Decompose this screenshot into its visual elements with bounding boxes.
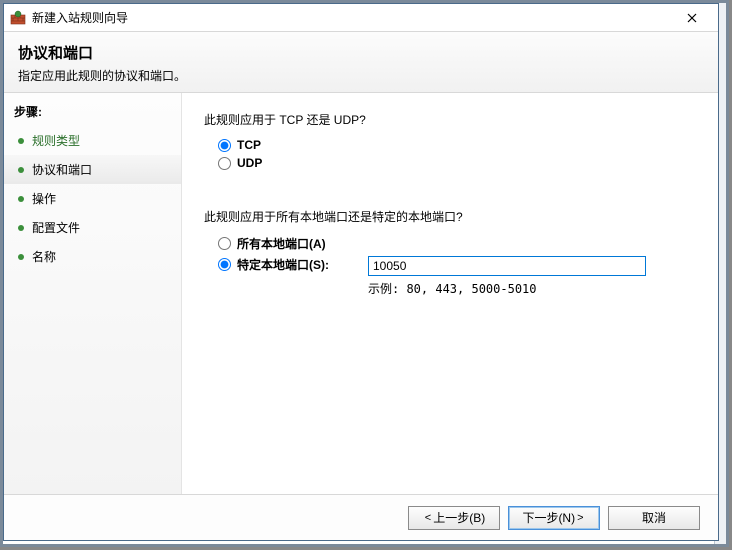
step-profile[interactable]: 配置文件: [4, 213, 181, 242]
step-bullet-icon: [18, 254, 24, 260]
titlebar-text: 新建入站规则向导: [32, 9, 672, 26]
cancel-button-label: 取消: [642, 509, 666, 526]
ports-question: 此规则应用于所有本地端口还是特定的本地端口?: [204, 208, 696, 225]
all-ports-label[interactable]: 所有本地端口(A): [237, 235, 326, 252]
steps-sidebar: 步骤: 规则类型 协议和端口 操作 配置文件 名称: [4, 93, 182, 494]
protocol-tcp-row[interactable]: TCP: [218, 138, 696, 152]
back-button-label: 上一步(B): [433, 509, 485, 526]
step-bullet-icon: [18, 167, 24, 173]
step-bullet-icon: [18, 196, 24, 202]
close-button[interactable]: [672, 5, 712, 31]
step-label: 规则类型: [32, 132, 80, 149]
all-ports-radio[interactable]: [218, 237, 231, 250]
step-bullet-icon: [18, 138, 24, 144]
step-rule-type[interactable]: 规则类型: [4, 126, 181, 155]
wizard-body: 步骤: 规则类型 协议和端口 操作 配置文件 名称 此规: [4, 93, 718, 494]
protocol-udp-label[interactable]: UDP: [237, 156, 262, 170]
ports-example-label: 示例: 80, 443, 5000-5010: [368, 280, 696, 297]
all-ports-row[interactable]: 所有本地端口(A): [218, 235, 696, 252]
step-action[interactable]: 操作: [4, 184, 181, 213]
protocol-tcp-label[interactable]: TCP: [237, 138, 261, 152]
close-icon: [687, 13, 697, 23]
protocol-udp-radio[interactable]: [218, 157, 231, 170]
chevron-left-icon: <: [425, 512, 431, 524]
page-subtitle: 指定应用此规则的协议和端口。: [18, 67, 704, 84]
page-title: 协议和端口: [18, 42, 704, 63]
cancel-button[interactable]: 取消: [608, 506, 700, 530]
wizard-header: 协议和端口 指定应用此规则的协议和端口。: [4, 32, 718, 93]
next-button-label: 下一步(N): [522, 509, 575, 526]
step-bullet-icon: [18, 225, 24, 231]
specific-ports-radio[interactable]: [218, 258, 231, 271]
specific-ports-input[interactable]: [368, 256, 646, 276]
protocol-question: 此规则应用于 TCP 还是 UDP?: [204, 111, 696, 128]
firewall-icon: [10, 10, 26, 26]
step-label: 配置文件: [32, 219, 80, 236]
step-name[interactable]: 名称: [4, 242, 181, 271]
wizard-footer: < 上一步(B) 下一步(N) > 取消: [4, 494, 718, 540]
step-protocol-ports[interactable]: 协议和端口: [4, 155, 181, 184]
titlebar: 新建入站规则向导: [4, 4, 718, 32]
specific-ports-label[interactable]: 特定本地端口(S):: [237, 256, 329, 273]
wizard-content: 此规则应用于 TCP 还是 UDP? TCP UDP 此规则应用于所有本地端口还…: [182, 93, 718, 494]
protocol-tcp-radio[interactable]: [218, 139, 231, 152]
dialog-outer-frame: 新建入站规则向导 协议和端口 指定应用此规则的协议和端口。 步骤: 规则类型 协…: [0, 0, 729, 547]
step-label: 操作: [32, 190, 56, 207]
new-inbound-rule-wizard: 新建入站规则向导 协议和端口 指定应用此规则的协议和端口。 步骤: 规则类型 协…: [3, 3, 719, 541]
next-button[interactable]: 下一步(N) >: [508, 506, 600, 530]
step-label: 名称: [32, 248, 56, 265]
specific-ports-row[interactable]: 特定本地端口(S): 示例: 80, 443, 5000-5010: [218, 256, 696, 297]
step-label: 协议和端口: [32, 161, 92, 178]
chevron-right-icon: >: [577, 512, 583, 524]
steps-heading: 步骤:: [4, 99, 181, 126]
back-button[interactable]: < 上一步(B): [408, 506, 500, 530]
protocol-udp-row[interactable]: UDP: [218, 156, 696, 170]
